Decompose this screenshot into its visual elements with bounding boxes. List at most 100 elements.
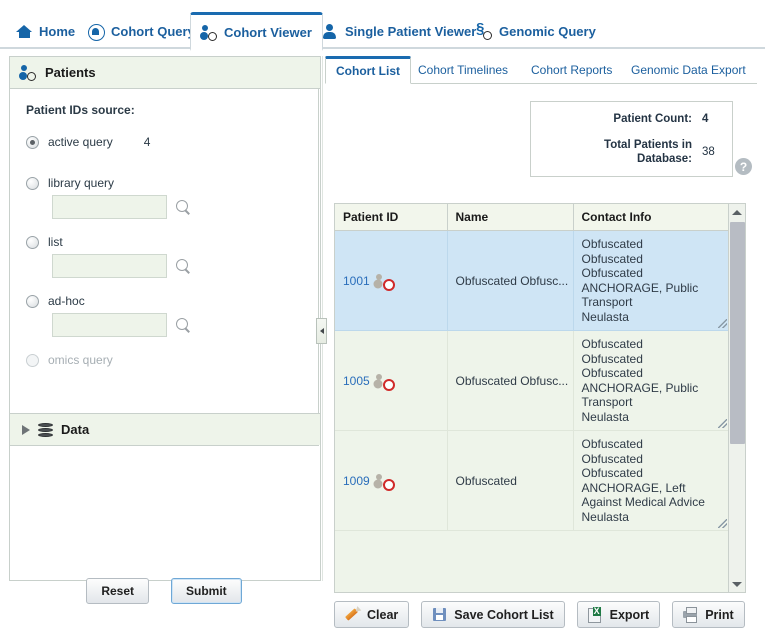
data-section-header[interactable]: Data (10, 413, 320, 445)
tab-genomic-data-export[interactable]: Genomic Data Export (621, 56, 756, 84)
radio-label-list: list (48, 235, 63, 249)
sidebar-button-row: Reset Submit (9, 578, 319, 604)
sidebar-collapse-handle[interactable] (316, 318, 327, 344)
contact-info-text: Obfuscated Obfuscated Obfuscated ANCHORA… (581, 437, 705, 524)
column-header-contact-info[interactable]: Contact Info (573, 204, 730, 231)
table-row[interactable]: 1001 Obfuscated Obfusc... Obfuscated Obf… (335, 230, 730, 331)
cell-patient-id: 1005 (335, 330, 448, 431)
list-input[interactable] (52, 254, 167, 278)
search-icon[interactable] (176, 199, 191, 215)
radio-library-query[interactable] (26, 176, 39, 190)
radio-option-list[interactable]: list (26, 235, 302, 249)
radio-option-active-query[interactable]: active query 4 (26, 135, 302, 149)
tab-label: Cohort Reports (531, 63, 613, 77)
eraser-icon (345, 607, 360, 622)
person-icon (322, 23, 339, 40)
source-options-body: Patient IDs source: active query 4 libra… (10, 89, 318, 444)
submit-button[interactable]: Submit (171, 578, 242, 604)
tab-label: Cohort List (336, 64, 400, 78)
patients-panel-header: Patients (10, 57, 320, 89)
search-icon[interactable] (176, 258, 191, 274)
nav-tab-label: Cohort Query (111, 24, 195, 39)
source-options-container: Patient IDs source: active query 4 libra… (9, 88, 320, 446)
ad-hoc-input[interactable] (52, 313, 167, 337)
clear-button[interactable]: Clear (334, 601, 410, 628)
tab-label: Genomic Data Export (631, 63, 746, 77)
patient-count-box: Patient Count: 4 Total Patients in Datab… (530, 101, 733, 177)
total-patients-value: 38 (702, 146, 715, 158)
search-icon[interactable] (176, 317, 191, 333)
patient-id-link[interactable]: 1009 (343, 474, 370, 488)
tab-cohort-reports[interactable]: Cohort Reports (521, 56, 622, 84)
nav-tab-genomic-query[interactable]: Genomic Query (466, 14, 606, 49)
button-label: Export (609, 607, 650, 622)
cell-name: Obfuscated (447, 430, 574, 531)
save-cohort-list-button[interactable]: Save Cohort List (421, 601, 565, 628)
column-header-name[interactable]: Name (447, 204, 574, 231)
help-icon[interactable]: ? (735, 158, 752, 175)
nav-tab-label: Single Patient Viewer (345, 24, 477, 39)
excel-export-icon (587, 607, 603, 623)
floppy-disk-icon (432, 607, 447, 622)
table-row[interactable]: 1005 Obfuscated Obfusc... Obfuscated Obf… (335, 330, 730, 431)
reset-button[interactable]: Reset (86, 578, 149, 604)
radio-label-library-query: library query (48, 176, 115, 190)
nav-tab-single-patient-viewer[interactable]: Single Patient Viewer (312, 14, 486, 49)
nav-tab-home[interactable]: Home (6, 14, 85, 49)
data-section-label: Data (61, 422, 90, 437)
radio-list[interactable] (26, 235, 39, 249)
patient-id-link[interactable]: 1001 (343, 274, 370, 288)
radio-label-omics-query: omics query (48, 353, 113, 367)
cohort-query-icon (88, 23, 105, 41)
table-vertical-scrollbar[interactable] (728, 204, 745, 592)
radio-option-ad-hoc[interactable]: ad-hoc (26, 294, 302, 308)
radio-label-ad-hoc: ad-hoc (48, 294, 85, 308)
patient-restricted-icon[interactable] (375, 273, 395, 291)
scroll-up-arrow-icon[interactable] (729, 204, 745, 220)
cell-name: Obfuscated Obfusc... (447, 330, 574, 431)
library-query-input-row (52, 195, 302, 219)
tab-cohort-timelines[interactable]: Cohort Timelines (408, 56, 518, 84)
patient-name: Obfuscated (455, 473, 517, 488)
radio-omics-query (26, 353, 39, 367)
column-header-patient-id[interactable]: Patient ID (335, 204, 448, 231)
cell-patient-id: 1001 (335, 230, 448, 331)
genomic-query-icon (476, 20, 493, 40)
resize-grip-icon[interactable] (717, 419, 727, 428)
library-query-input[interactable] (52, 195, 167, 219)
radio-ad-hoc[interactable] (26, 294, 39, 308)
button-label: Print (705, 607, 734, 622)
table-row[interactable]: 1009 Obfuscated Obfuscated Obfuscated Ob… (335, 430, 730, 531)
export-button[interactable]: Export (576, 601, 661, 628)
patient-restricted-icon[interactable] (375, 373, 395, 391)
list-input-row (52, 254, 302, 278)
nav-tab-cohort-query[interactable]: Cohort Query (78, 14, 205, 49)
nav-tab-label: Cohort Viewer (224, 24, 312, 40)
patients-panel-title: Patients (45, 65, 96, 80)
cell-contact-info: Obfuscated Obfuscated Obfuscated ANCHORA… (573, 230, 730, 331)
cohort-list-table-container: Patient ID Name Contact Info 1001 Obfusc… (334, 203, 746, 593)
home-icon (16, 23, 33, 40)
patient-restricted-icon[interactable] (375, 473, 395, 491)
tab-label: Cohort Timelines (418, 63, 509, 77)
scrollbar-thumb[interactable] (730, 222, 745, 444)
cell-contact-info: Obfuscated Obfuscated Obfuscated ANCHORA… (573, 430, 730, 531)
resize-grip-icon[interactable] (717, 319, 727, 328)
cohort-list-table: Patient ID Name Contact Info 1001 Obfusc… (335, 204, 730, 531)
patient-id-link[interactable]: 1005 (343, 374, 370, 388)
radio-active-query[interactable] (26, 135, 39, 149)
database-icon (38, 422, 53, 437)
button-label: Clear (367, 607, 399, 622)
ad-hoc-input-row (52, 313, 302, 337)
radio-label-active-query: active query (48, 135, 113, 149)
nav-tab-cohort-viewer[interactable]: Cohort Viewer (190, 12, 323, 51)
radio-option-library-query[interactable]: library query (26, 176, 302, 190)
patients-icon (20, 64, 37, 81)
tab-cohort-list[interactable]: Cohort List (325, 56, 411, 84)
cohort-viewer-icon (201, 24, 218, 41)
button-label: Save Cohort List (454, 607, 554, 622)
resize-grip-icon[interactable] (717, 519, 727, 528)
patient-ids-source-box: Patient IDs source: active query 4 libra… (9, 88, 321, 604)
print-button[interactable]: Print (672, 601, 745, 628)
cell-name: Obfuscated Obfusc... (447, 230, 574, 331)
